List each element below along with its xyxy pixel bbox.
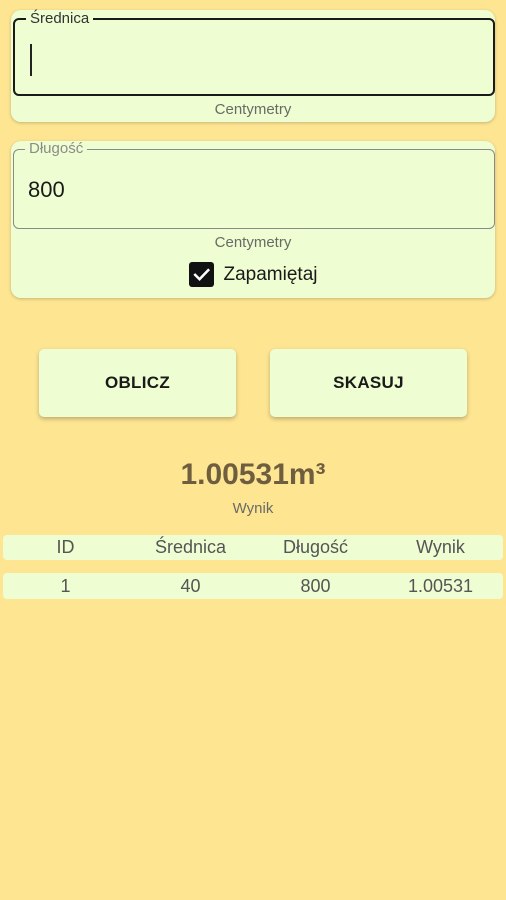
cell-id: 1 (60, 575, 71, 596)
table-row[interactable]: 1 40 800 1.00531 (3, 573, 503, 599)
diameter-label: Średnica (26, 11, 94, 27)
remember-row: Zapamiętaj (11, 262, 495, 287)
remember-checkbox[interactable] (188, 262, 214, 287)
diameter-input[interactable]: Średnica (13, 11, 495, 96)
remember-label[interactable]: Zapamiętaj (224, 264, 318, 286)
header-id: ID (56, 537, 75, 557)
length-card: Długość 800 Centymetry Zapamiętaj (11, 141, 495, 298)
result-value: 1.00531m³ (180, 458, 326, 491)
header-result: Wynik (416, 537, 465, 557)
diameter-card: Średnica Centymetry (11, 10, 495, 122)
table-header: ID Średnica Długość Wynik (3, 535, 503, 560)
cell-result: 1.00531 (407, 575, 474, 596)
header-length: Długość (282, 537, 349, 557)
clear-button[interactable]: SKASUJ (270, 349, 467, 417)
calculate-button[interactable]: OBLICZ (39, 349, 236, 417)
length-input[interactable]: Długość 800 (13, 141, 495, 229)
text-cursor (30, 44, 32, 76)
checkmark-icon (192, 268, 210, 282)
header-diameter: Średnica (154, 537, 227, 557)
length-value: 800 (28, 177, 65, 202)
length-label: Długość (25, 141, 88, 157)
cell-diameter: 40 (180, 575, 201, 596)
result-label: Wynik (232, 500, 274, 517)
length-unit-helper: Centymetry (214, 234, 292, 251)
diameter-unit-helper: Centymetry (214, 101, 292, 118)
cell-length: 800 (300, 575, 331, 596)
